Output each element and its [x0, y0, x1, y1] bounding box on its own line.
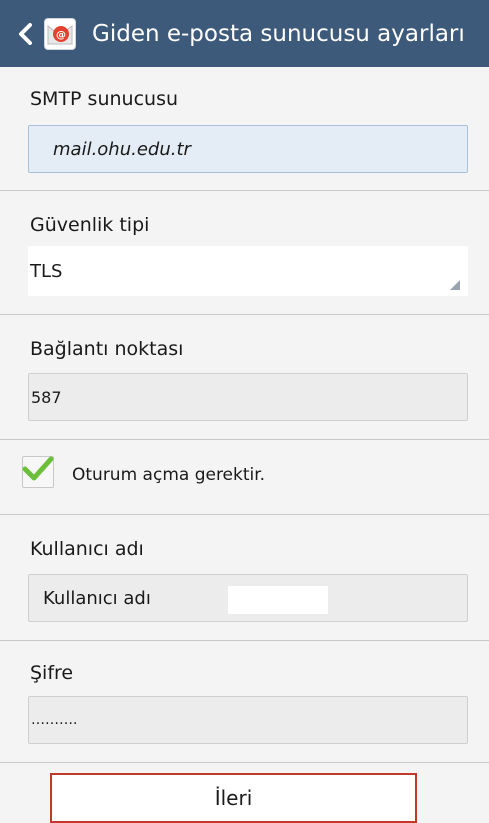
port-label: Bağlantı noktası [30, 338, 184, 360]
require-login-checkbox[interactable] [22, 456, 54, 488]
divider [0, 640, 489, 641]
port-input[interactable]: 587 [28, 373, 468, 421]
dropdown-corner-icon [450, 280, 460, 290]
divider [0, 762, 489, 763]
password-input[interactable]: ………. [28, 696, 468, 744]
checkmark-icon [22, 456, 54, 481]
security-type-value: TLS [30, 260, 63, 282]
back-chevron-icon[interactable] [14, 22, 36, 45]
smtp-server-value: mail.ohu.edu.tr [53, 138, 191, 160]
username-label: Kullanıcı adı [30, 538, 144, 560]
security-type-label: Güvenlik tipi [30, 214, 150, 236]
require-login-label: Oturum açma gerektir. [72, 465, 266, 485]
username-value: Kullanıcı adı [43, 587, 151, 609]
password-label: Şifre [30, 662, 74, 684]
svg-text:@: @ [56, 30, 66, 41]
redaction-block [228, 586, 328, 614]
divider [0, 190, 489, 191]
divider [0, 439, 489, 440]
screen-title: Giden e-posta sunucusu ayarları [92, 20, 465, 47]
divider [0, 514, 489, 515]
smtp-server-label: SMTP sunucusu [30, 88, 179, 110]
email-app-icon[interactable]: @ [44, 17, 76, 50]
divider [0, 314, 489, 315]
port-value: 587 [31, 387, 62, 407]
smtp-server-input[interactable]: mail.ohu.edu.tr [28, 125, 468, 173]
security-type-select[interactable]: TLS [28, 246, 468, 296]
next-button[interactable]: İleri [50, 773, 417, 823]
action-bar: @ Giden e-posta sunucusu ayarları [0, 0, 489, 67]
password-value: ………. [31, 712, 78, 728]
